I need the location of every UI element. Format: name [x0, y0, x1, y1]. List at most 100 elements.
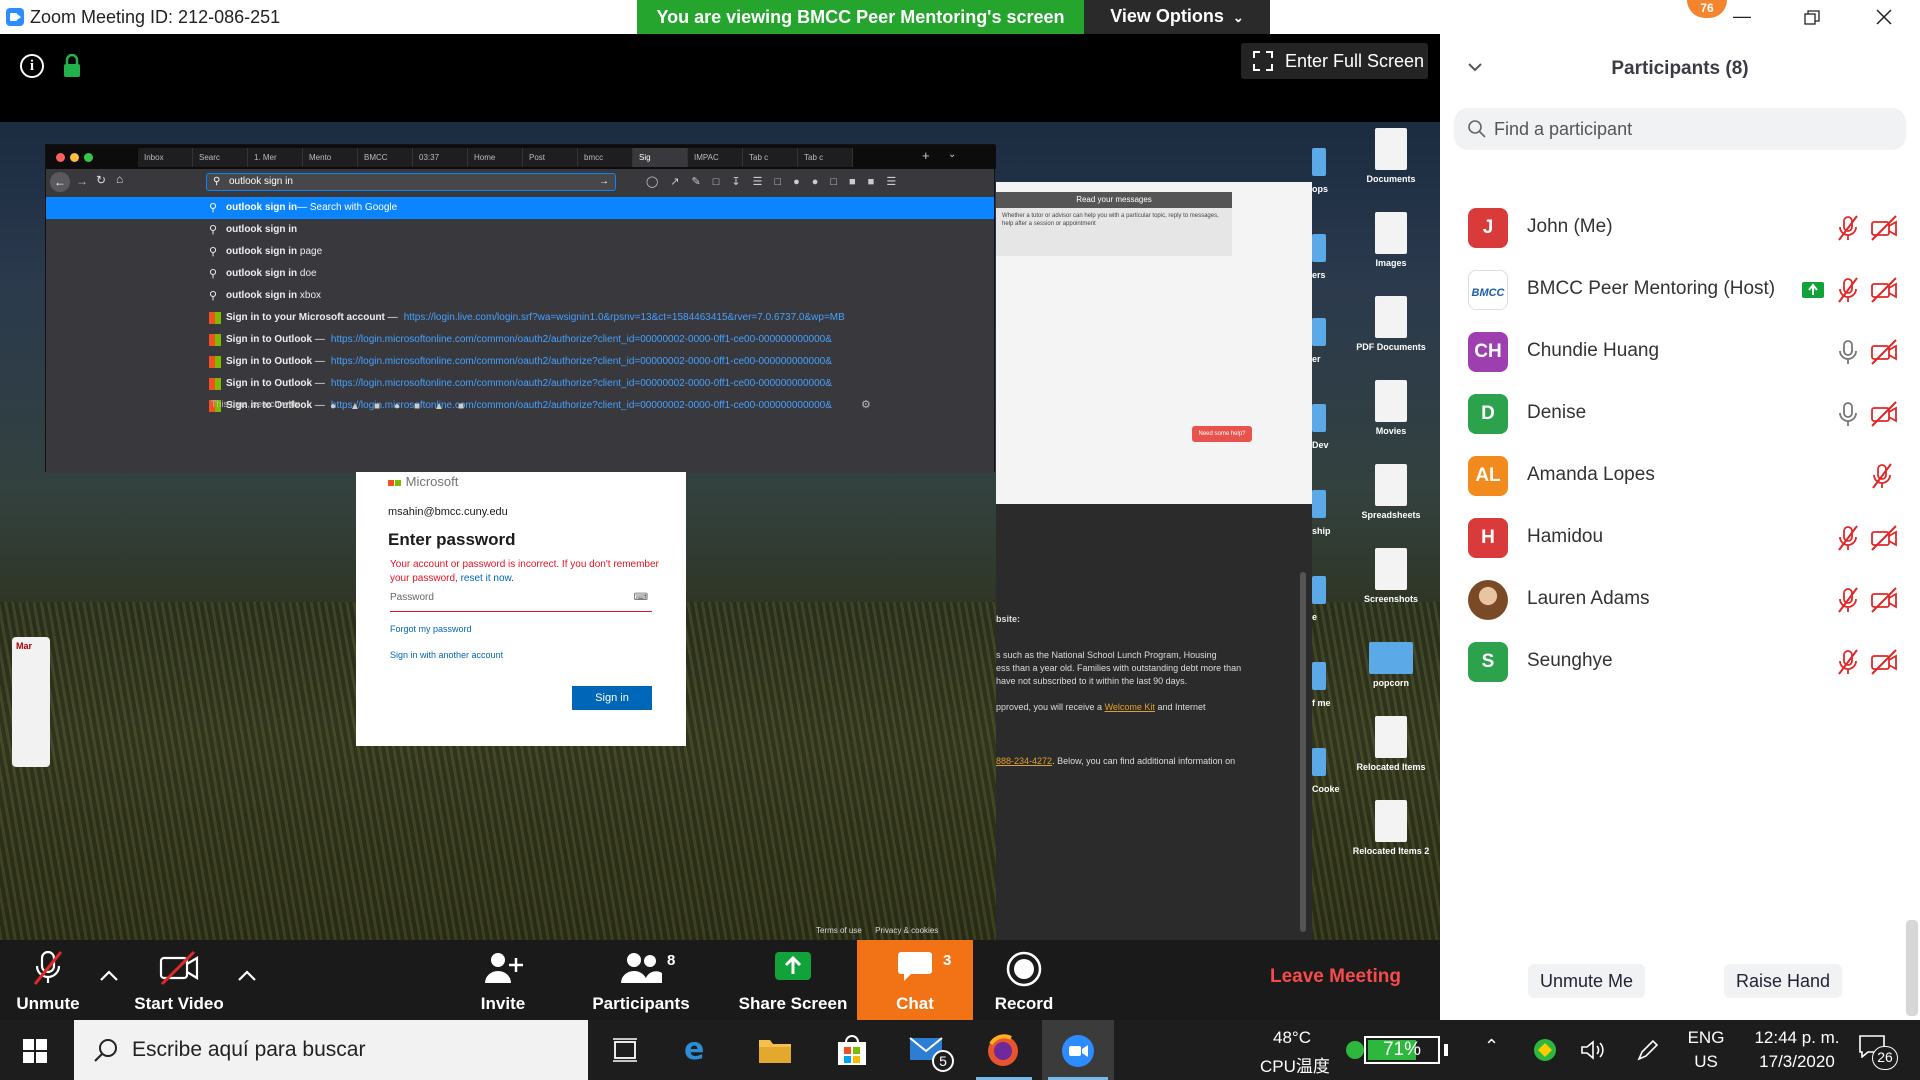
store-app-button[interactable]: [818, 1020, 886, 1080]
close-button[interactable]: [1854, 0, 1914, 34]
action-center-button[interactable]: 26: [1858, 1032, 1898, 1072]
microphone-icon[interactable]: [1836, 401, 1860, 432]
url-suggestion: Sign in to Outlook — https://login.micros…: [46, 373, 994, 395]
browser-tab: Post: [523, 148, 578, 167]
volume-icon[interactable]: [1580, 1038, 1606, 1062]
participant-row[interactable]: AL Amanda Lopes: [1440, 444, 1920, 506]
document-icon: [1375, 296, 1407, 338]
document-icon: [1375, 464, 1407, 506]
microphone-muted-icon[interactable]: [1870, 463, 1894, 494]
suggestion-title: outlook sign in: [226, 224, 298, 235]
close-icon: [1876, 9, 1892, 25]
desktop-partial-icon: [1312, 748, 1326, 776]
video-off-icon[interactable]: [1870, 649, 1898, 680]
input-region[interactable]: US: [1686, 1052, 1726, 1072]
suggestion-title: Sign in to Outlook: [226, 334, 313, 345]
url-suggestion: Sign in to Outlook — https://login.micros…: [46, 329, 994, 351]
participants-title: Participants (8): [1611, 58, 1749, 79]
microphone-muted-icon[interactable]: [1836, 587, 1860, 618]
avatar: J: [1468, 208, 1508, 248]
video-options-button[interactable]: [237, 968, 261, 988]
search-suggestion-icon: ⚲: [209, 202, 218, 214]
participant-row[interactable]: D Denise: [1440, 382, 1920, 444]
participant-row[interactable]: J John (Me): [1440, 196, 1920, 258]
share-screen-button[interactable]: Share Screen: [736, 940, 850, 1020]
participant-name: Chundie Huang: [1527, 340, 1660, 361]
microphone-muted-icon[interactable]: [1836, 215, 1860, 246]
participant-name: BMCC Peer Mentoring (Host): [1527, 278, 1776, 299]
invite-label: Invite: [480, 994, 526, 1013]
video-off-icon[interactable]: [1870, 525, 1898, 556]
start-button[interactable]: [0, 1020, 72, 1080]
zoom-icon: [1062, 1035, 1094, 1067]
phone-line: 888-234-4272. Below, you can find additi…: [996, 756, 1235, 766]
participant-search-input[interactable]: [1494, 117, 1894, 141]
zoom-app-button[interactable]: [1042, 1020, 1114, 1080]
desktop-partial-label: e: [1312, 612, 1318, 622]
avatar: S: [1468, 642, 1508, 682]
participant-row[interactable]: Lauren Adams: [1440, 568, 1920, 630]
participants-button[interactable]: 8 Participants: [585, 940, 697, 1020]
microphone-icon[interactable]: [1836, 339, 1860, 370]
video-off-icon[interactable]: [1870, 401, 1898, 432]
participants-panel: Participants (8) J John (Me) BMCC BMCC Peer…: [1440, 34, 1920, 1020]
edge-app-button[interactable]: e: [666, 1020, 734, 1080]
invite-button[interactable]: Invite: [465, 940, 541, 1020]
back-arrow-icon: ←: [50, 172, 70, 192]
video-off-icon[interactable]: [1870, 339, 1898, 370]
welcome-kit-link: Welcome Kit: [1104, 702, 1155, 712]
view-options-label: View Options: [1110, 6, 1224, 26]
microphone-muted-icon[interactable]: [1836, 277, 1860, 308]
view-options-button[interactable]: View Options ⌄: [1084, 0, 1270, 34]
panel-scrollbar[interactable]: [1906, 920, 1918, 1016]
microphone-muted-icon[interactable]: [1836, 649, 1860, 680]
microphone-muted-icon[interactable]: [1836, 525, 1860, 556]
participant-name: Hamidou: [1527, 526, 1604, 547]
suggestion-extra: page: [297, 246, 323, 257]
meeting-info-icon[interactable]: i: [20, 54, 44, 78]
clock-time[interactable]: 12:44 p. m.: [1742, 1028, 1852, 1048]
unmute-button[interactable]: Unmute: [0, 940, 96, 1020]
url-suggestion: ⚲ outlook sign in: [46, 219, 994, 241]
microsoft-favicon-icon: [209, 334, 221, 346]
video-off-icon[interactable]: [1870, 277, 1898, 308]
desktop-icon-label: Relocated Items: [1356, 762, 1426, 772]
participant-name: Denise: [1527, 402, 1587, 423]
minimize-dot-icon: [70, 153, 79, 162]
participant-row[interactable]: S Seunghye: [1440, 630, 1920, 692]
file-explorer-button[interactable]: [742, 1020, 810, 1080]
leave-meeting-button[interactable]: Leave Meeting: [1270, 966, 1401, 988]
battery-meter[interactable]: 71%: [1364, 1036, 1440, 1064]
tray-app-icon[interactable]: [1533, 1038, 1557, 1062]
enter-full-screen-button[interactable]: Enter Full Screen: [1241, 43, 1428, 79]
chat-button[interactable]: 3 Chat: [857, 940, 973, 1020]
start-video-button[interactable]: Start Video: [126, 940, 232, 1020]
mail-app-button[interactable]: 5: [894, 1020, 962, 1080]
restore-button[interactable]: [1782, 0, 1842, 34]
unmute-me-button[interactable]: Unmute Me: [1528, 964, 1646, 998]
show-hidden-icons-button[interactable]: ⌃: [1484, 1036, 1499, 1057]
input-language[interactable]: ENG: [1686, 1028, 1726, 1048]
participant-row[interactable]: H Hamidou: [1440, 506, 1920, 568]
clock-date[interactable]: 17/3/2020: [1742, 1052, 1852, 1072]
desktop-partial-label: Dev: [1312, 440, 1329, 450]
record-button[interactable]: Record: [981, 940, 1067, 1020]
video-off-icon[interactable]: [1870, 587, 1898, 618]
firefox-app-button[interactable]: [970, 1020, 1038, 1080]
minimize-button[interactable]: —: [1712, 0, 1772, 34]
document-icon: [1375, 800, 1407, 842]
audio-options-button[interactable]: [99, 968, 123, 988]
taskbar-search-box[interactable]: Escribe aquí para buscar: [74, 1020, 588, 1080]
side-text-line: ess than a year old. Families with outst…: [996, 663, 1242, 673]
participant-row[interactable]: CH Chundie Huang: [1440, 320, 1920, 382]
participant-row[interactable]: BMCC BMCC Peer Mentoring (Host): [1440, 258, 1920, 320]
suggestion-extra: —: [312, 378, 325, 389]
task-view-button[interactable]: [590, 1020, 658, 1080]
pen-ink-icon[interactable]: [1636, 1038, 1660, 1062]
video-off-icon[interactable]: [1870, 215, 1898, 246]
encryption-lock-icon[interactable]: [62, 54, 82, 78]
participant-search-box[interactable]: [1454, 108, 1906, 150]
raise-hand-button[interactable]: Raise Hand: [1724, 964, 1843, 998]
avatar: CH: [1468, 332, 1508, 372]
chat-label: Chat: [896, 994, 934, 1013]
